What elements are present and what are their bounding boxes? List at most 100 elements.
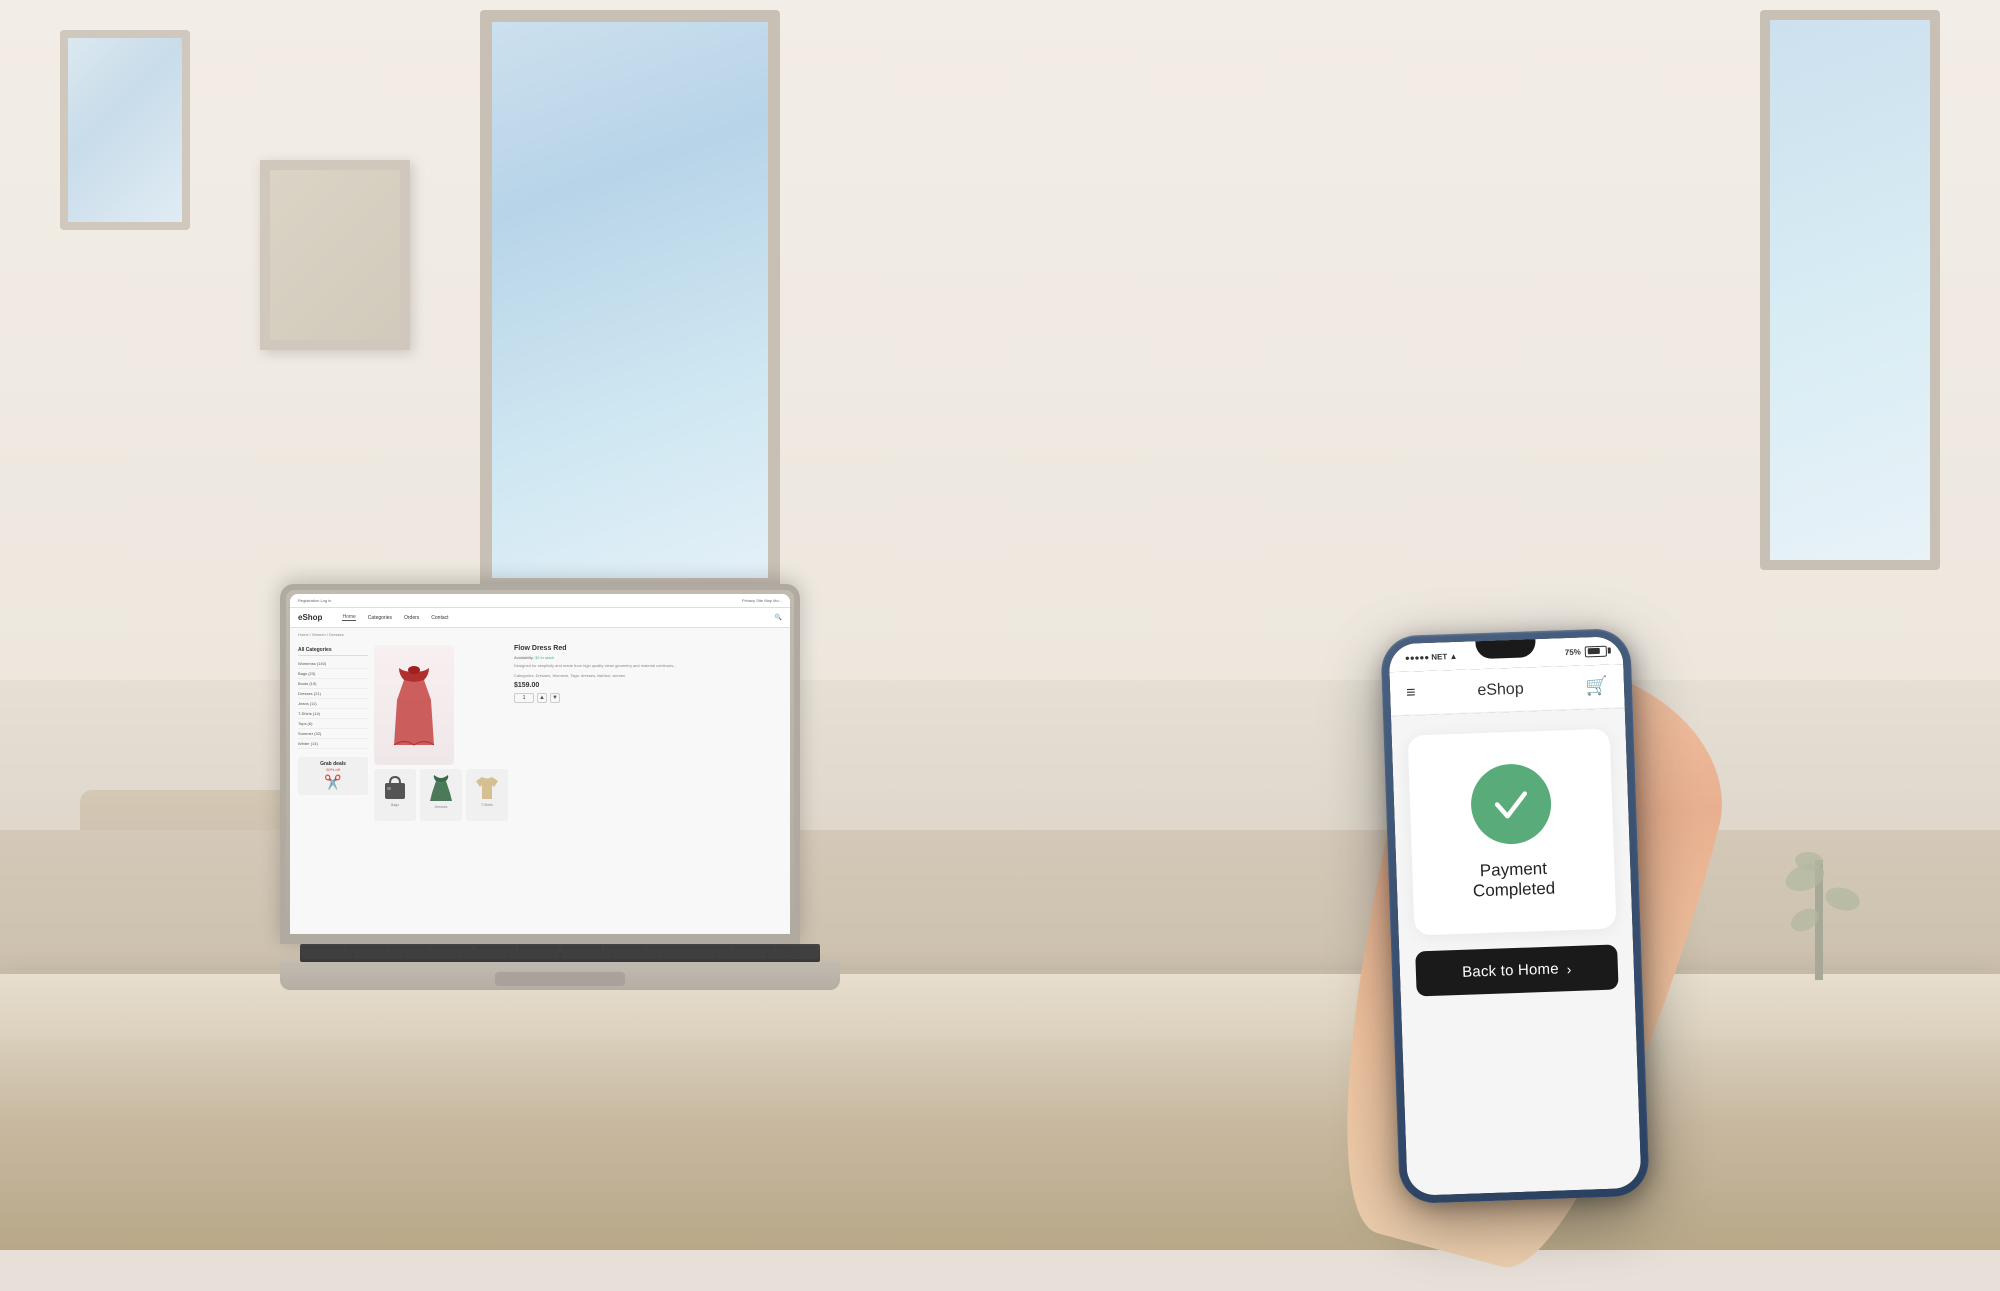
notch <box>1475 639 1536 659</box>
key <box>388 946 430 951</box>
phone-screen: ●●●●● NET ▲ 75% ≡ eShop 🛒 <box>1388 636 1641 1196</box>
chevron-right-icon: › <box>1566 961 1571 977</box>
battery-fill <box>1587 648 1600 654</box>
key <box>406 954 456 959</box>
key <box>733 946 775 951</box>
topbar-left: Registration Log in <box>298 598 331 603</box>
key <box>776 946 818 951</box>
key <box>561 954 611 959</box>
promo-banner: Grab deals 50% off ✂️ <box>298 757 368 795</box>
laptop-touchpad <box>495 972 625 986</box>
key <box>664 954 714 959</box>
key <box>431 946 473 951</box>
key <box>768 954 818 959</box>
cat-boots[interactable]: Boots (19) <box>298 679 368 689</box>
product-availability: Availability: 30 in stock <box>514 655 782 660</box>
cat-tshirts[interactable]: T-Shirts (14) <box>298 709 368 719</box>
cat-tops[interactable]: Tops (6) <box>298 719 368 729</box>
battery-percent: 75% <box>1565 647 1581 657</box>
tshirt-thumbnail <box>474 773 500 801</box>
key <box>345 946 387 951</box>
back-home-label: Back to Home <box>1462 961 1559 981</box>
breadcrumb: Home / Women / Dresses <box>290 628 790 641</box>
key <box>716 954 766 959</box>
bag-thumbnail <box>382 773 408 801</box>
success-icon-circle <box>1470 763 1553 846</box>
product-title: Flow Dress Red <box>514 645 782 652</box>
laptop-base <box>280 962 840 990</box>
signal-text: ●●●●● NET ▲ <box>1405 651 1458 662</box>
app-title: eShop <box>1477 680 1524 700</box>
table-front <box>0 1040 2000 1250</box>
product-image <box>374 645 454 765</box>
battery-area: 75% <box>1565 645 1607 657</box>
thumb-bags[interactable]: Bags <box>374 769 416 821</box>
cat-womens[interactable]: Womenss (140) <box>298 659 368 669</box>
nav-contact[interactable]: Contact <box>431 615 448 621</box>
thumb-dresses-label: Dresses <box>435 805 448 809</box>
battery-icon <box>1585 645 1607 657</box>
key <box>561 946 603 951</box>
dress-svg <box>389 660 439 750</box>
nav-logo: eShop <box>298 613 322 622</box>
nav-home[interactable]: Home <box>342 614 355 621</box>
key <box>647 946 689 951</box>
key <box>457 954 507 959</box>
site-topbar: Registration Log in Privacy Site Map Mo.… <box>290 594 790 608</box>
dress-thumbnail <box>428 773 454 803</box>
thumb-dresses[interactable]: Dresses <box>420 769 462 821</box>
window-right <box>1760 10 1940 570</box>
keyboard-row-1 <box>302 946 818 952</box>
cat-bags[interactable]: Bags (23) <box>298 669 368 679</box>
cat-jeans[interactable]: Jeans (11) <box>298 699 368 709</box>
key <box>690 946 732 951</box>
key <box>518 946 560 951</box>
phone-device: ●●●●● NET ▲ 75% ≡ eShop 🛒 <box>1380 628 1650 1204</box>
menu-icon[interactable]: ≡ <box>1406 684 1416 702</box>
qty-up-button[interactable]: ▲ <box>537 693 547 703</box>
thumb-tshirts-label: T-Shirts <box>481 803 493 807</box>
key <box>302 954 352 959</box>
key <box>354 954 404 959</box>
laptop-base-area <box>280 944 840 990</box>
product-categories: Categories: Dresses, Womens, Tags: dress… <box>514 673 782 678</box>
cat-dresses[interactable]: Dresses (21) <box>298 689 368 699</box>
product-thumbnails: Bags Dresses <box>374 769 508 821</box>
phone-container: ●●●●● NET ▲ 75% ≡ eShop 🛒 <box>1380 628 1650 1204</box>
laptop-screen: Registration Log in Privacy Site Map Mo.… <box>290 594 790 934</box>
qty-down-button[interactable]: ▼ <box>550 693 560 703</box>
quantity-row: 1 ▲ ▼ <box>514 693 782 703</box>
success-card: Payment Completed <box>1408 729 1617 936</box>
key <box>509 954 559 959</box>
payment-screen: Payment Completed Back to Home › <box>1391 708 1642 1196</box>
key <box>475 946 517 951</box>
thumb-bags-label: Bags <box>391 803 399 807</box>
window-center <box>480 10 780 590</box>
key <box>302 946 344 951</box>
cat-winter[interactable]: Winter (14) <box>298 739 368 749</box>
site-main: All Categories Womenss (140) Bags (23) B… <box>290 641 790 931</box>
key <box>604 946 646 951</box>
picture-art <box>270 170 400 340</box>
back-to-home-button[interactable]: Back to Home › <box>1415 944 1618 996</box>
topbar-right: Privacy Site Map Mo... <box>742 598 782 603</box>
category-title: All Categories <box>298 645 368 656</box>
nav-orders[interactable]: Orders <box>404 615 419 621</box>
wall-picture <box>260 160 410 350</box>
checkmark-svg <box>1488 781 1534 827</box>
product-content: Bags Dresses <box>374 645 782 927</box>
nav-categories[interactable]: Categories <box>368 615 392 621</box>
promo-icon: ✂️ <box>302 774 364 791</box>
thumb-tshirts[interactable]: T-Shirts <box>466 769 508 821</box>
payment-completed-text: Payment Completed <box>1436 857 1591 902</box>
search-icon[interactable]: 🔍 <box>775 614 782 621</box>
laptop-keyboard <box>300 944 820 962</box>
site-sidebar: All Categories Womenss (140) Bags (23) B… <box>298 645 368 927</box>
window-left <box>60 30 190 230</box>
cart-icon[interactable]: 🛒 <box>1585 676 1608 698</box>
key <box>613 954 663 959</box>
quantity-input[interactable]: 1 <box>514 693 534 703</box>
cat-summer[interactable]: Summer (32) <box>298 729 368 739</box>
keyboard-row-2 <box>302 954 818 960</box>
avail-text: 30 in stock <box>535 655 554 660</box>
